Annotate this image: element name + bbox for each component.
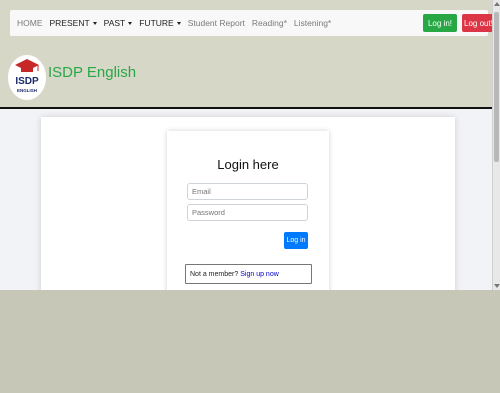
password-field[interactable]: [187, 204, 308, 221]
nav-links: HOME PRESENT PAST FUTURE Student Report …: [17, 10, 338, 36]
signup-link[interactable]: Sign up now: [240, 271, 279, 278]
nav-reading-label: Reading*: [251, 18, 287, 28]
nav-future[interactable]: FUTURE: [139, 18, 181, 28]
login-button[interactable]: Log in!: [423, 14, 457, 32]
nav-present[interactable]: PRESENT: [50, 18, 97, 28]
nav-past-label: PAST: [103, 18, 126, 28]
logout-button[interactable]: Log out!: [462, 14, 495, 32]
top-navbar: HOME PRESENT PAST FUTURE Student Report …: [10, 10, 495, 36]
nav-listening[interactable]: Listening*: [294, 18, 331, 28]
submit-login-button[interactable]: Log in: [284, 232, 308, 249]
email-field[interactable]: [187, 183, 308, 200]
caret-down-icon: [176, 21, 181, 25]
nav-home[interactable]: HOME: [17, 18, 43, 28]
content-card: Login here Log in Not a member? Sign up …: [41, 117, 455, 290]
nav-reading[interactable]: Reading*: [252, 18, 287, 28]
graduation-cap-icon: ISDP ENGLISH: [15, 59, 39, 93]
nav-past[interactable]: PAST: [104, 18, 133, 28]
nav-present-label: PRESENT: [49, 18, 90, 28]
caret-down-icon: [128, 21, 133, 25]
caret-down-icon: [92, 21, 97, 25]
vertical-scrollbar[interactable]: [492, 0, 500, 290]
member-text: Not a member?: [190, 270, 239, 278]
nav-future-label: FUTURE: [139, 18, 174, 28]
signup-prompt: Not a member? Sign up now: [185, 264, 312, 284]
nav-student-report[interactable]: Student Report: [188, 18, 245, 28]
nav-listening-label: Listening*: [293, 18, 332, 28]
browser-viewport: HOME PRESENT PAST FUTURE Student Report …: [0, 0, 500, 290]
nav-student-report-label: Student Report: [187, 18, 245, 28]
scroll-up-icon[interactable]: [494, 2, 500, 6]
login-card: Login here Log in Not a member? Sign up …: [167, 131, 329, 290]
content-area: Login here Log in Not a member? Sign up …: [0, 109, 492, 290]
login-title: Login here: [217, 157, 279, 172]
scroll-down-icon[interactable]: [494, 284, 500, 288]
site-logo[interactable]: ISDP ENGLISH: [8, 55, 46, 100]
logo-text-bottom: ENGLISH: [17, 88, 37, 93]
nav-home-label: HOME: [17, 18, 43, 28]
site-title: ISDP English: [48, 64, 137, 81]
scroll-thumb[interactable]: [494, 12, 499, 162]
logo-text-top: ISDP: [15, 76, 39, 87]
